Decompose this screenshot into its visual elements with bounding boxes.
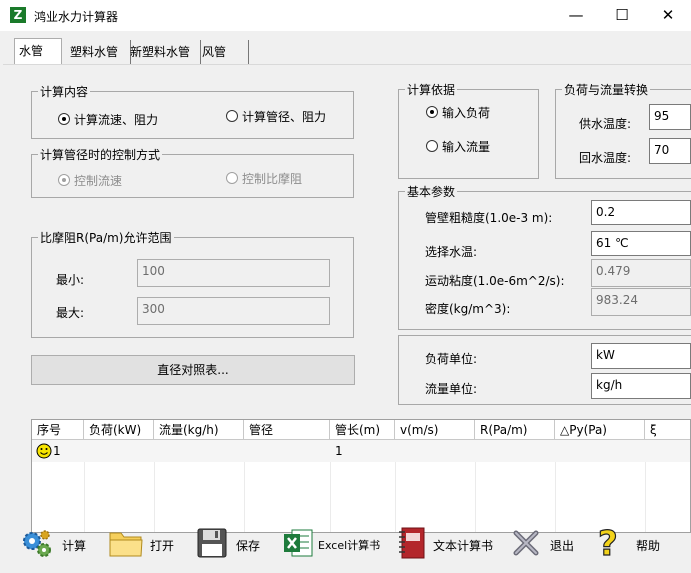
app-icon: Z	[10, 7, 26, 23]
exit-button[interactable]: 退出	[510, 521, 584, 569]
tab-label: 水管	[19, 44, 44, 58]
density-label: 密度(kg/m^3):	[425, 302, 511, 316]
help-icon: ?	[597, 525, 618, 563]
calc-basis-legend: 计算依据	[407, 83, 456, 97]
tab-label: 塑料水管	[70, 45, 119, 59]
flow-unit-label: 流量单位:	[425, 382, 478, 396]
friction-max-input[interactable]: 300	[137, 297, 330, 325]
control-method-legend: 计算管径时的控制方式	[40, 148, 161, 162]
excel-icon	[284, 529, 313, 557]
tab-label: 风管	[202, 45, 227, 59]
save-button[interactable]: 保存	[196, 521, 276, 569]
col-header-xi[interactable]: ξ	[645, 420, 690, 440]
notebook-icon	[399, 527, 425, 559]
flow-unit-select[interactable]: kg/h	[591, 373, 691, 399]
text-report-label: 文本计算书	[433, 539, 494, 553]
control-velocity-radio[interactable]	[58, 174, 70, 186]
help-label: 帮助	[636, 539, 661, 553]
calculate-label: 计算	[62, 539, 87, 553]
save-label: 保存	[236, 539, 261, 553]
supply-temp-input[interactable]: 95	[649, 104, 691, 130]
calc-velocity-label: 计算流速、阻力	[74, 113, 159, 127]
open-label: 打开	[150, 539, 175, 553]
return-temp-input[interactable]: 70	[649, 138, 691, 164]
svg-text:?: ?	[598, 525, 618, 563]
close-button[interactable]: ✕	[645, 0, 691, 31]
exit-icon	[513, 530, 539, 556]
tab-label: 新塑料水管	[130, 45, 191, 59]
calc-diameter-radio[interactable]	[226, 110, 238, 122]
gears-icon	[23, 530, 51, 557]
col-header-velocity[interactable]: v(m/s)	[395, 420, 475, 440]
calc-diameter-label: 计算管径、阻力	[242, 110, 327, 124]
row-length: 1	[335, 444, 343, 458]
friction-range-legend: 比摩阻R(Pa/m)允许范围	[40, 231, 172, 245]
col-header-index[interactable]: 序号	[32, 420, 84, 440]
col-header-pressure-drop[interactable]: △Py(Pa)	[555, 420, 645, 440]
return-temp-label: 回水温度:	[579, 151, 632, 165]
roughness-label: 管壁粗糙度(1.0e-3 m):	[425, 211, 553, 225]
smiley-icon	[36, 443, 52, 459]
col-header-diameter[interactable]: 管径	[244, 420, 330, 440]
col-header-flow[interactable]: 流量(kg/h)	[154, 420, 244, 440]
input-load-label: 输入负荷	[442, 106, 491, 120]
col-header-length[interactable]: 管长(m)	[330, 420, 395, 440]
control-velocity-label: 控制流速	[74, 174, 123, 188]
calc-content-legend: 计算内容	[40, 85, 89, 99]
input-flow-radio[interactable]	[426, 140, 438, 152]
calculate-button[interactable]: 计算	[20, 521, 100, 569]
folder-icon	[109, 532, 143, 557]
tab-new-plastic-pipe[interactable]: 新塑料水管	[126, 40, 201, 64]
density-input[interactable]: 983.24	[591, 288, 691, 316]
maximize-button[interactable]: ☐	[599, 0, 645, 31]
col-header-friction[interactable]: R(Pa/m)	[475, 420, 555, 440]
tab-water-pipe[interactable]: 水管	[14, 38, 62, 65]
exit-label: 退出	[550, 539, 575, 553]
excel-report-label: Excel计算书	[318, 539, 381, 552]
excel-report-button[interactable]: Excel计算书	[282, 521, 387, 569]
friction-min-label: 最小:	[56, 273, 85, 287]
col-header-load[interactable]: 负荷(kW)	[84, 420, 154, 440]
water-temp-select[interactable]: 61 ℃	[591, 231, 691, 256]
load-conversion-legend: 负荷与流量转换	[564, 83, 649, 97]
title-bar: Z 鸿业水力计算器 — ☐ ✕	[0, 0, 691, 31]
text-report-button[interactable]: 文本计算书	[396, 521, 500, 569]
help-button[interactable]: ? 帮助	[596, 521, 676, 569]
diameter-table-button[interactable]: 直径对照表...	[31, 355, 355, 385]
viscosity-input[interactable]: 0.479	[591, 259, 691, 287]
tab-plastic-pipe[interactable]: 塑料水管	[66, 40, 131, 64]
friction-min-input[interactable]: 100	[137, 259, 330, 287]
friction-max-label: 最大:	[56, 306, 85, 320]
input-flow-label: 输入流量	[442, 140, 491, 154]
window-title: 鸿业水力计算器	[34, 10, 119, 24]
results-grid[interactable]: 序号 负荷(kW) 流量(kg/h) 管径 管长(m) v(m/s) R(Pa/…	[31, 419, 691, 533]
input-load-radio[interactable]	[426, 106, 438, 118]
supply-temp-label: 供水温度:	[579, 117, 632, 131]
tab-air-duct[interactable]: 风管	[198, 40, 249, 64]
basic-params-legend: 基本参数	[407, 185, 456, 199]
viscosity-label: 运动粘度(1.0e-6m^2/s):	[425, 274, 565, 288]
row-index: 1	[53, 444, 61, 458]
table-row[interactable]: 1 1	[32, 440, 690, 462]
open-button[interactable]: 打开	[108, 521, 188, 569]
roughness-input[interactable]: 0.2	[591, 200, 691, 225]
water-temp-label: 选择水温:	[425, 245, 478, 259]
control-friction-radio[interactable]	[226, 172, 238, 184]
load-unit-select[interactable]: kW	[591, 343, 691, 369]
load-unit-label: 负荷单位:	[425, 352, 478, 366]
calc-basis-group: 计算依据	[398, 81, 539, 179]
control-friction-label: 控制比摩阻	[242, 172, 303, 186]
floppy-icon	[197, 528, 227, 558]
calc-velocity-radio[interactable]	[58, 113, 70, 125]
minimize-button[interactable]: —	[553, 0, 599, 31]
